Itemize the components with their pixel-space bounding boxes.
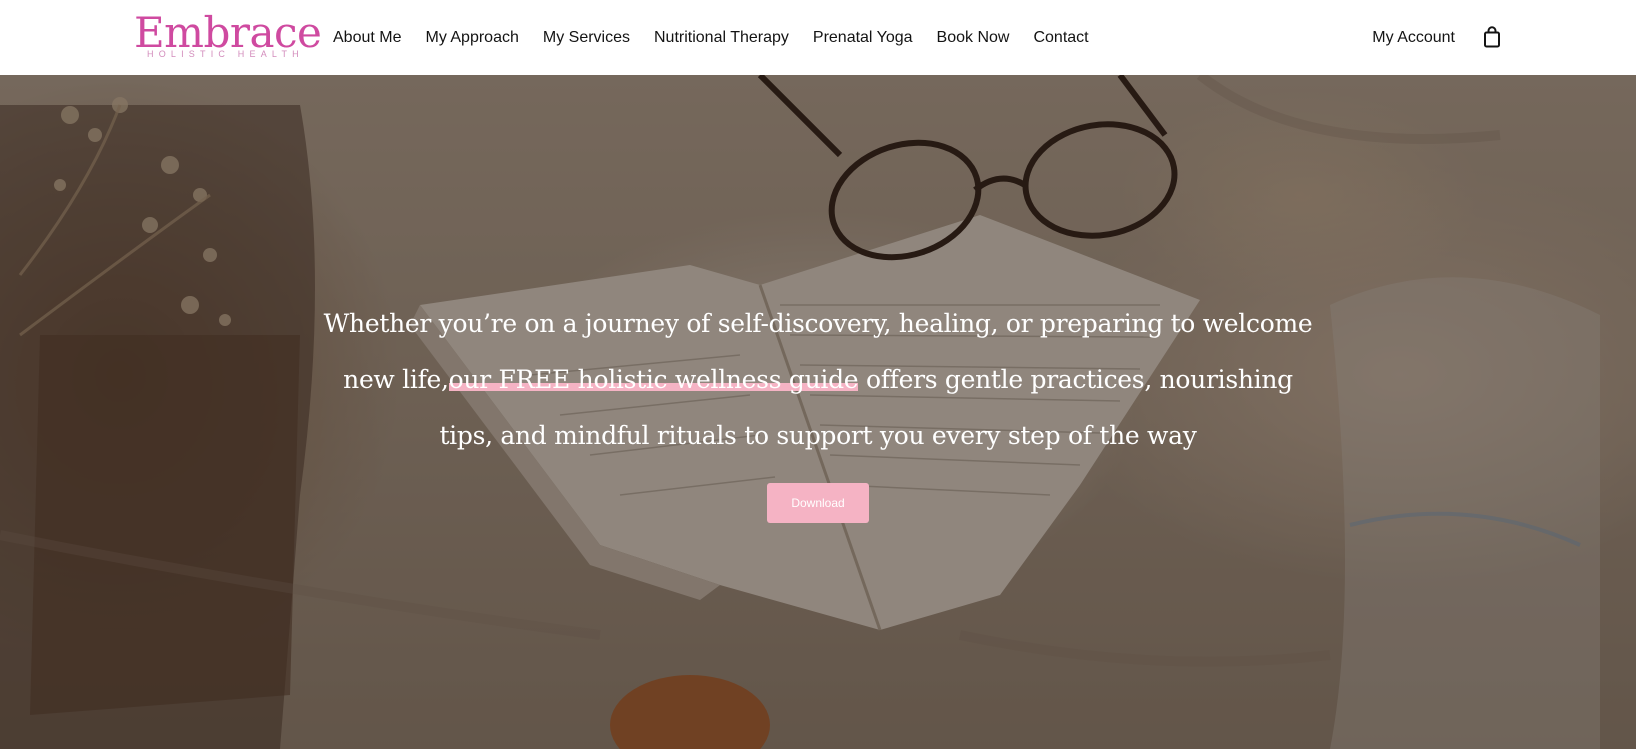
nav-item-book-now[interactable]: Book Now <box>925 29 1022 47</box>
wellness-guide-link[interactable]: our FREE holistic wellness guide <box>448 365 859 394</box>
hero-section: Whether you’re on a journey of self-disc… <box>0 75 1636 749</box>
site-header: Embrace HOLISTIC HEALTH About Me My Appr… <box>0 0 1636 75</box>
nav-item-about-me[interactable]: About Me <box>321 29 413 47</box>
download-button[interactable]: Download <box>767 483 869 523</box>
logo[interactable]: Embrace HOLISTIC HEALTH <box>134 12 322 62</box>
hero-message: Whether you’re on a journey of self-disc… <box>318 296 1318 464</box>
nav-item-nutritional-therapy[interactable]: Nutritional Therapy <box>642 29 801 47</box>
shopping-bag-icon[interactable] <box>1482 26 1502 48</box>
logo-tagline: HOLISTIC HEALTH <box>147 49 304 59</box>
logo-wordmark: Embrace <box>134 8 322 57</box>
main-nav: About Me My Approach My Services Nutriti… <box>321 0 1101 75</box>
nav-item-prenatal-yoga[interactable]: Prenatal Yoga <box>801 29 925 47</box>
nav-item-my-services[interactable]: My Services <box>531 29 642 47</box>
my-account-link[interactable]: My Account <box>1372 0 1455 75</box>
nav-item-my-approach[interactable]: My Approach <box>413 29 530 47</box>
nav-item-contact[interactable]: Contact <box>1021 29 1100 47</box>
